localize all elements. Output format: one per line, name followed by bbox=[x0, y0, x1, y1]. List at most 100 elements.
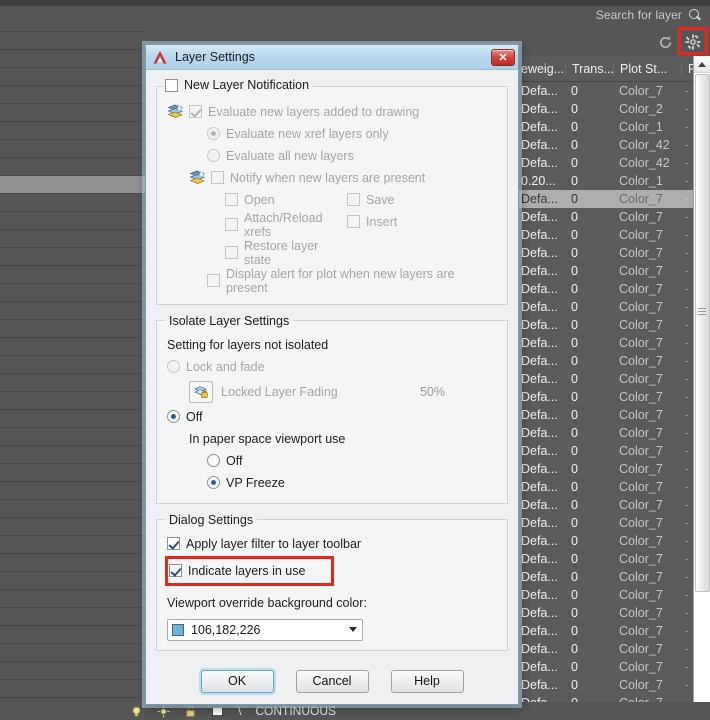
table-row[interactable]: Defa...0Color_7· bbox=[515, 262, 710, 280]
list-item[interactable] bbox=[0, 14, 146, 32]
color-swatch-icon[interactable] bbox=[211, 705, 224, 718]
list-item[interactable] bbox=[0, 464, 146, 482]
table-row[interactable]: Defa...0Color_7· bbox=[515, 532, 710, 550]
list-item[interactable] bbox=[0, 248, 146, 266]
save-row[interactable]: Save bbox=[347, 189, 467, 211]
table-row[interactable]: 0.20... 0 Color_1 · bbox=[515, 172, 710, 190]
table-row[interactable]: Defa...0Color_7· bbox=[515, 226, 710, 244]
list-item[interactable] bbox=[0, 662, 146, 680]
table-row[interactable]: Defa...0Color_7· bbox=[515, 208, 710, 226]
table-row[interactable]: Defa...0Color_7· bbox=[515, 550, 710, 568]
table-row[interactable]: Defa...0Color_7· bbox=[515, 658, 710, 676]
paper-space-off-row[interactable]: Off bbox=[167, 450, 497, 472]
list-item[interactable] bbox=[0, 122, 146, 140]
list-item[interactable] bbox=[0, 446, 146, 464]
table-row[interactable]: Defa...0Color_7· bbox=[515, 334, 710, 352]
evaluate-all-new-layers-radio[interactable] bbox=[207, 149, 220, 162]
scrollbar-thumb[interactable] bbox=[695, 74, 710, 592]
list-item[interactable] bbox=[0, 68, 146, 86]
open-checkbox[interactable] bbox=[225, 193, 238, 206]
bottom-row-linetype[interactable]: CONTINUOUS bbox=[255, 704, 336, 718]
evaluate-new-layers-checkbox[interactable] bbox=[189, 105, 202, 118]
table-row[interactable]: Defa...0Color_7· bbox=[515, 82, 710, 100]
list-item[interactable] bbox=[0, 32, 146, 50]
list-item[interactable] bbox=[0, 302, 146, 320]
locked-layer-fading-row[interactable]: Locked Layer Fading 50% bbox=[167, 380, 497, 403]
list-item[interactable] bbox=[0, 194, 146, 212]
dialog-titlebar[interactable]: Layer Settings ✕ bbox=[146, 45, 518, 70]
help-button[interactable]: Help bbox=[390, 669, 464, 693]
table-row[interactable]: Defa...0Color_7· bbox=[515, 280, 710, 298]
apply-layer-filter-checkbox[interactable] bbox=[167, 537, 180, 550]
locked-layer-fading-button[interactable] bbox=[189, 380, 213, 403]
search-input[interactable]: Search for layer bbox=[596, 8, 682, 22]
insert-checkbox[interactable] bbox=[347, 215, 360, 228]
list-item[interactable] bbox=[0, 266, 146, 284]
evaluate-all-new-layers-row[interactable]: Evaluate all new layers bbox=[167, 145, 497, 167]
indicate-layers-in-use-checkbox[interactable] bbox=[169, 564, 182, 577]
layer-rows-container[interactable]: Defa... 0 Color_7 · Defa... 0 Color_2 · Defa... 0… bbox=[515, 82, 710, 720]
table-row[interactable]: Defa...0Color_7· bbox=[515, 442, 710, 460]
unlock-icon[interactable] bbox=[184, 705, 197, 718]
list-item[interactable] bbox=[0, 86, 146, 104]
table-row[interactable]: Defa... 0 Color_1 · bbox=[515, 118, 710, 136]
list-item[interactable] bbox=[0, 140, 146, 158]
paper-space-off-radio[interactable] bbox=[207, 454, 220, 467]
palette-toolbar[interactable] bbox=[658, 27, 708, 55]
table-row[interactable]: Defa...0Color_7· bbox=[515, 676, 710, 694]
layer-settings-dialog[interactable]: Layer Settings ✕ New Layer Notification bbox=[145, 44, 519, 705]
table-row[interactable]: Defa... 0 Color_2 · bbox=[515, 100, 710, 118]
list-item[interactable] bbox=[0, 554, 146, 572]
list-item[interactable] bbox=[0, 50, 146, 68]
table-row[interactable]: Defa...0Color_7· bbox=[515, 568, 710, 586]
display-alert-for-plot-checkbox[interactable] bbox=[207, 274, 220, 287]
list-item[interactable] bbox=[0, 500, 146, 518]
restore-layer-state-row[interactable]: Restore layer state bbox=[167, 239, 347, 267]
search-area[interactable]: Search for layer bbox=[596, 8, 702, 22]
list-item[interactable] bbox=[0, 104, 146, 122]
list-item[interactable] bbox=[0, 176, 146, 194]
gear-icon[interactable] bbox=[685, 34, 701, 50]
list-item[interactable] bbox=[0, 392, 146, 410]
list-item[interactable] bbox=[0, 212, 146, 230]
evaluate-xref-only-radio[interactable] bbox=[207, 127, 220, 140]
evaluate-xref-only-row[interactable]: Evaluate new xref layers only bbox=[167, 123, 497, 145]
layer-list-right-columns[interactable]: eweig... Trans... Plot St... P Defa... 0 C… bbox=[515, 56, 710, 720]
display-alert-for-plot-row[interactable]: Display alert for plot when new layers a… bbox=[167, 267, 497, 295]
lock-and-fade-radio[interactable] bbox=[167, 360, 180, 373]
table-row[interactable]: Defa...0Color_7· bbox=[515, 352, 710, 370]
notify-new-layers-checkbox[interactable] bbox=[211, 171, 224, 184]
table-row[interactable]: Defa...0Color_7· bbox=[515, 640, 710, 658]
list-item[interactable] bbox=[0, 608, 146, 626]
isolate-off-row[interactable]: Off bbox=[167, 406, 497, 428]
list-item[interactable] bbox=[0, 356, 146, 374]
table-row[interactable]: Defa...0Color_7· bbox=[515, 586, 710, 604]
table-row[interactable]: Defa... 0 Color_42 · bbox=[515, 154, 710, 172]
table-row[interactable]: Defa...0Color_7· bbox=[515, 244, 710, 262]
close-icon[interactable]: ✕ bbox=[491, 48, 515, 66]
paper-space-vp-freeze-radio[interactable] bbox=[207, 476, 220, 489]
table-row[interactable]: Defa...0Color_7· bbox=[515, 496, 710, 514]
attach-reload-xrefs-checkbox[interactable] bbox=[225, 218, 238, 231]
table-row[interactable]: Defa...0Color_7· bbox=[515, 622, 710, 640]
table-row[interactable]: Defa...0Color_7· bbox=[515, 460, 710, 478]
cancel-button[interactable]: Cancel bbox=[295, 669, 369, 693]
layer-list-scrollbar[interactable] bbox=[693, 56, 710, 720]
list-item[interactable] bbox=[0, 284, 146, 302]
table-row[interactable]: Defa...0Color_7· bbox=[515, 190, 710, 208]
table-row[interactable]: Defa...0Color_7· bbox=[515, 298, 710, 316]
list-item[interactable] bbox=[0, 644, 146, 662]
list-item[interactable] bbox=[0, 320, 146, 338]
column-header-lineweight[interactable]: eweig... bbox=[515, 62, 565, 76]
table-row[interactable]: Defa...0Color_7· bbox=[515, 388, 710, 406]
list-item[interactable] bbox=[0, 572, 146, 590]
layer-list-left-columns[interactable] bbox=[0, 14, 146, 720]
layer-list-header[interactable]: eweig... Trans... Plot St... P bbox=[515, 56, 710, 82]
table-row[interactable]: Defa...0Color_7· bbox=[515, 316, 710, 334]
indicate-layers-in-use-row[interactable]: Indicate layers in use bbox=[169, 560, 305, 582]
isolate-off-radio[interactable] bbox=[167, 410, 180, 423]
apply-layer-filter-row[interactable]: Apply layer filter to layer toolbar bbox=[167, 533, 497, 555]
table-row[interactable]: Defa...0Color_7· bbox=[515, 370, 710, 388]
lock-and-fade-row[interactable]: Lock and fade bbox=[167, 356, 497, 378]
paper-space-vp-freeze-row[interactable]: VP Freeze bbox=[167, 472, 497, 494]
